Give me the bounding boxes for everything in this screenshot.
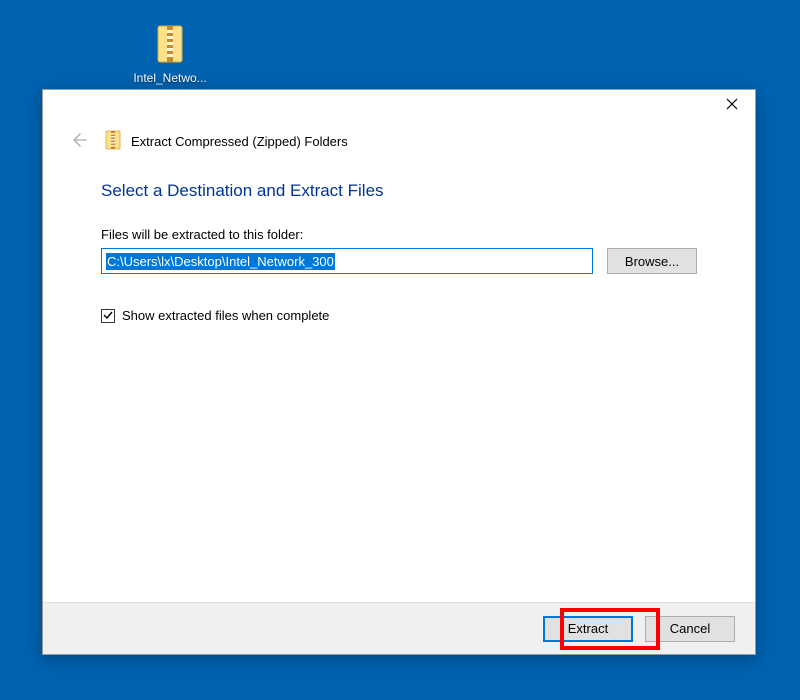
checkmark-icon: [103, 308, 113, 323]
extract-dialog: Extract Compressed (Zipped) Folders Sele…: [42, 89, 756, 655]
desktop-zip-icon[interactable]: Intel_Netwo...: [130, 24, 210, 85]
close-icon: [726, 98, 738, 113]
cancel-label: Cancel: [670, 621, 710, 636]
dialog-title: Extract Compressed (Zipped) Folders: [131, 134, 348, 149]
show-files-checkbox[interactable]: [101, 309, 115, 323]
back-button: [67, 131, 89, 153]
dialog-footer: Extract Cancel: [43, 602, 755, 654]
path-value: C:\Users\lx\Desktop\Intel_Network_300: [106, 253, 335, 270]
dialog-body: Select a Destination and Extract Files F…: [43, 167, 755, 602]
checkbox-label: Show extracted files when complete: [122, 308, 329, 323]
page-heading: Select a Destination and Extract Files: [101, 181, 697, 201]
cancel-button[interactable]: Cancel: [645, 616, 735, 642]
path-row: C:\Users\lx\Desktop\Intel_Network_300 Br…: [101, 248, 697, 274]
desktop-icon-label: Intel_Netwo...: [133, 71, 206, 85]
close-button[interactable]: [709, 90, 755, 120]
zip-folder-icon: [99, 130, 121, 153]
browse-button[interactable]: Browse...: [607, 248, 697, 274]
zip-folder-icon: [154, 24, 186, 67]
path-label: Files will be extracted to this folder:: [101, 227, 697, 242]
destination-path-input[interactable]: C:\Users\lx\Desktop\Intel_Network_300: [101, 248, 593, 274]
browse-label: Browse...: [625, 254, 679, 269]
arrow-left-icon: [69, 131, 87, 152]
show-files-checkbox-row: Show extracted files when complete: [101, 308, 697, 323]
extract-button[interactable]: Extract: [543, 616, 633, 642]
dialog-header: Extract Compressed (Zipped) Folders: [43, 90, 755, 167]
extract-label: Extract: [568, 621, 608, 636]
